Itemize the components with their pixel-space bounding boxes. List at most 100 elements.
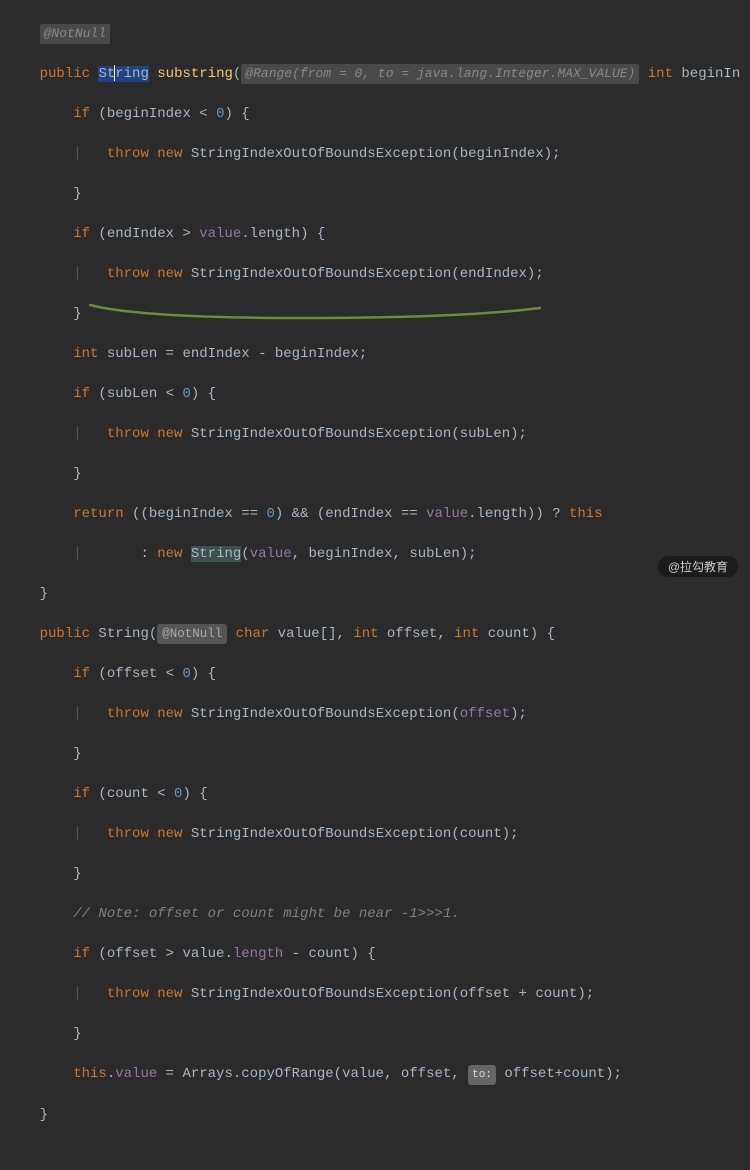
keyword-this: this — [569, 506, 603, 522]
code-line: | throw new StringIndexOutOfBoundsExcept… — [0, 264, 750, 284]
code-text: ( — [241, 546, 249, 562]
keyword: if — [73, 946, 90, 962]
code-line: if (subLen < 0) { — [0, 384, 750, 404]
annotation-range: @Range(from = 0, to = java.lang.Integer.… — [241, 64, 639, 84]
code-line: return ((beginIndex == 0) && (endIndex =… — [0, 504, 750, 524]
keyword: if — [73, 106, 90, 122]
keyword-int: int — [353, 626, 378, 642]
keyword-this: this — [73, 1066, 107, 1082]
field-ref: value — [250, 546, 292, 562]
watermark: @拉勾教育 — [658, 556, 738, 577]
code-line: | throw new StringIndexOutOfBoundsExcept… — [0, 824, 750, 844]
usage-highlight: String — [191, 546, 241, 562]
code-text: (beginIndex); — [451, 146, 560, 162]
keyword-throw: throw new — [107, 826, 191, 842]
code-text: (offset > value. — [90, 946, 233, 962]
class-ref: StringIndexOutOfBoundsException — [191, 426, 451, 442]
code-line: | throw new StringIndexOutOfBoundsExcept… — [0, 704, 750, 724]
code-line: | throw new StringIndexOutOfBoundsExcept… — [0, 144, 750, 164]
code-line: @NotNull — [0, 24, 750, 44]
field-ref: length — [233, 946, 283, 962]
code-text: offset, — [379, 626, 455, 642]
code-text: (endIndex > — [90, 226, 199, 242]
code-line: } — [0, 864, 750, 884]
code-line: } — [0, 304, 750, 324]
class-ref: StringIndexOutOfBoundsException — [191, 266, 451, 282]
code-text: ) { — [224, 106, 249, 122]
method-name: substring — [157, 66, 233, 82]
keyword: if — [73, 226, 90, 242]
code-line: if (count < 0) { — [0, 784, 750, 804]
keyword-throw: throw new — [107, 426, 191, 442]
code-line: if (beginIndex < 0) { — [0, 104, 750, 124]
code-line: public String(@NotNull char value[], int… — [0, 624, 750, 644]
number: 0 — [182, 666, 190, 682]
code-text: ); — [510, 706, 527, 722]
code-line: if (endIndex > value.length) { — [0, 224, 750, 244]
field-ref: value — [426, 506, 468, 522]
code-text: ( — [451, 706, 459, 722]
code-text: . — [107, 1066, 115, 1082]
brace: } — [40, 1107, 48, 1123]
code-line: | : new String(value, beginIndex, subLen… — [0, 544, 750, 564]
text-caret — [114, 65, 115, 81]
code-line: } — [0, 584, 750, 604]
annotation-notnull-inline: @NotNull — [157, 624, 227, 644]
keyword-throw: throw new — [107, 146, 191, 162]
code-line: this.value = Arrays.copyOfRange(value, o… — [0, 1064, 750, 1085]
brace: } — [73, 186, 81, 202]
field-ref: value — [115, 1066, 157, 1082]
brace: } — [73, 1026, 81, 1042]
code-line: public String substring(@Range(from = 0,… — [0, 64, 750, 84]
code-text: (endIndex); — [451, 266, 543, 282]
keyword-int: int — [73, 346, 98, 362]
keyword-new: new — [157, 546, 191, 562]
code-text: offset+count — [504, 1066, 605, 1082]
code-text: count) { — [479, 626, 555, 642]
field-ref: value — [199, 226, 241, 242]
comment: // Note: offset or count might be near -… — [73, 906, 459, 922]
code-line: } — [0, 1024, 750, 1044]
keyword-public: public — [40, 66, 90, 82]
class-ref: StringIndexOutOfBoundsException — [191, 826, 451, 842]
selected-text: String — [98, 66, 148, 82]
brace: } — [73, 746, 81, 762]
code-text: (subLen < — [90, 386, 182, 402]
code-text: - count) { — [283, 946, 375, 962]
code-text: ) { — [182, 786, 207, 802]
code-text: String( — [90, 626, 157, 642]
code-text: , beginIndex, subLen); — [292, 546, 477, 562]
param-name: beginIn — [681, 66, 740, 82]
code-text: subLen = endIndex - beginIndex; — [98, 346, 367, 362]
code-text: ); — [605, 1066, 622, 1082]
code-line: } — [0, 744, 750, 764]
code-text: (count); — [451, 826, 518, 842]
keyword-public: public — [40, 626, 90, 642]
keyword-int: int — [648, 66, 673, 82]
code-text: ) && (endIndex == — [275, 506, 426, 522]
code-text: (count < — [90, 786, 174, 802]
code-text: : — [140, 546, 157, 562]
code-line: } — [0, 184, 750, 204]
brace: } — [73, 306, 81, 322]
class-ref: StringIndexOutOfBoundsException — [191, 986, 451, 1002]
code-line: int subLen = endIndex - beginIndex; — [0, 344, 750, 364]
code-editor[interactable]: @NotNull public String substring(@Range(… — [0, 0, 750, 1170]
class-ref: StringIndexOutOfBoundsException — [191, 146, 451, 162]
keyword-char: char — [236, 626, 270, 642]
code-text: (offset + count); — [451, 986, 594, 1002]
code-text: .length) { — [241, 226, 325, 242]
keyword-return: return — [73, 506, 123, 522]
annotation-notnull: @NotNull — [40, 24, 110, 44]
code-line: // Note: offset or count might be near -… — [0, 904, 750, 924]
code-text: = Arrays.copyOfRange(value, offset, — [157, 1066, 468, 1082]
code-text: (subLen); — [451, 426, 527, 442]
code-line: } — [0, 1105, 750, 1125]
code-text: ((beginIndex == — [124, 506, 267, 522]
code-text: value[], — [269, 626, 353, 642]
keyword-throw: throw new — [107, 266, 191, 282]
keyword-int: int — [454, 626, 479, 642]
number: 0 — [174, 786, 182, 802]
code-text: .length)) ? — [468, 506, 569, 522]
brace: } — [40, 586, 48, 602]
